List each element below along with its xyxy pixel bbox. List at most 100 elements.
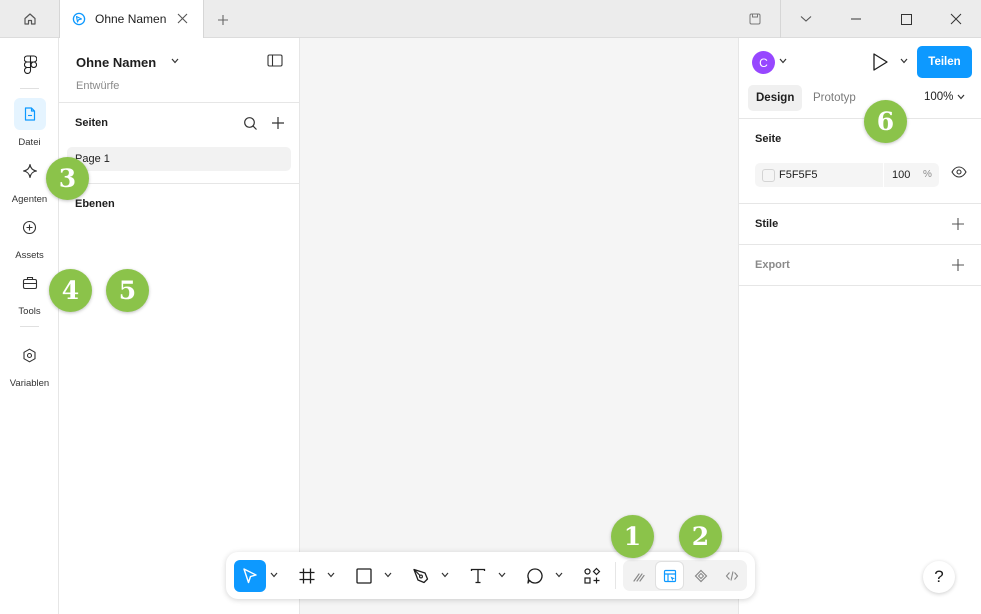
text-tool-button[interactable] [462,560,494,592]
chevron-down-icon[interactable] [779,58,787,64]
move-tool-button[interactable] [234,560,266,592]
code-mode-button[interactable] [718,562,745,589]
left-rail: Datei Agenten Assets Tools Variablen [0,38,59,614]
pages-header: Seiten [75,117,109,129]
properties-panel: C Teilen Design Prototyp 100% Seite F5F5… [738,38,981,614]
present-icon[interactable] [871,52,889,72]
pen-tool-button[interactable] [405,560,437,592]
figma-logo[interactable] [18,52,42,76]
rail-item-label: Agenten [11,194,48,205]
frame-icon [299,568,315,584]
chevron-down-icon[interactable] [327,572,335,578]
annotation-badge-4: 4 [49,269,92,312]
page-fill-input[interactable]: F5F5F5 100 % [755,163,939,187]
chevron-down-icon[interactable] [498,572,506,578]
bottom-toolbar [226,552,755,599]
rail-item-label: Variablen [9,378,50,389]
close-window-button[interactable] [931,0,981,38]
title-bar: Ohne Namen [0,0,981,38]
frame-tool-button[interactable] [291,560,323,592]
figma-logo-icon [23,54,37,74]
opacity-unit: % [923,169,932,180]
zoom-value: 100% [924,91,954,103]
rectangle-icon [356,568,372,584]
chevron-down-icon[interactable] [171,58,179,64]
close-tab-icon[interactable] [176,12,189,25]
zoom-dropdown[interactable]: 100% [924,91,965,103]
maximize-icon [900,13,912,25]
chevron-down-icon[interactable] [555,572,563,578]
toolbox-icon [22,276,37,290]
layers-header: Ebenen [75,198,115,210]
avatar[interactable]: C [752,51,775,74]
dev-mode-button[interactable] [687,562,714,589]
home-button[interactable] [0,0,60,38]
code-icon [725,570,738,581]
chevron-down-icon[interactable] [270,572,278,578]
add-style-icon[interactable] [951,217,965,231]
cursor-icon [243,568,257,584]
design-mode-button[interactable] [656,562,683,589]
tab-design[interactable]: Design [748,85,803,111]
rail-item-file[interactable]: Datei [0,98,59,148]
design-mode-icon [663,569,676,582]
add-page-icon[interactable] [271,116,285,130]
rail-item-assets[interactable]: Assets [0,211,59,261]
draw-mode-button[interactable] [625,562,652,589]
fill-hex-value[interactable]: F5F5F5 [779,169,818,181]
variables-icon [23,348,36,362]
comment-tool-button[interactable] [519,560,551,592]
search-icon[interactable] [243,116,258,131]
save-icon [749,13,761,25]
share-button[interactable]: Teilen [917,46,972,78]
annotation-badge-3: 3 [46,157,89,200]
assets-icon [22,220,37,234]
canvas[interactable] [300,38,738,614]
annotation-badge-2: 2 [679,515,722,558]
home-icon [23,13,36,25]
dropdown-button[interactable] [781,0,831,38]
rail-item-variables[interactable]: Variablen [0,339,59,389]
styles-section-title: Stile [755,218,779,230]
layers-panel: Ohne Namen Entwürfe Seiten Page 1 Ebenen [59,38,300,614]
color-swatch[interactable] [762,169,775,182]
pen-icon [413,568,429,584]
help-button[interactable]: ? [923,561,955,593]
minimize-button[interactable] [831,0,881,38]
eye-icon[interactable] [951,166,967,178]
annotation-badge-6: 6 [864,100,907,143]
file-tab-label: Ohne Namen [95,12,167,26]
rail-item-label: Datei [18,137,41,148]
export-section-title[interactable]: Export [755,259,790,271]
fill-opacity-value[interactable]: 100 [892,169,910,181]
chevron-down-icon [957,94,965,100]
page-item[interactable]: Page 1 [67,147,291,171]
sidebar-toggle-icon[interactable] [267,54,283,67]
actions-icon [584,567,601,584]
file-location[interactable]: Entwürfe [76,80,119,92]
chevron-down-icon[interactable] [384,572,392,578]
add-export-icon[interactable] [951,258,965,272]
mode-switcher [623,560,747,591]
file-title[interactable]: Ohne Namen [76,55,156,70]
text-icon [470,568,486,584]
actions-tool-button[interactable] [576,560,608,592]
tab-prototype[interactable]: Prototyp [805,85,864,111]
page-section-title: Seite [755,133,782,145]
file-icon [24,107,35,121]
save-local-button[interactable] [730,0,780,38]
file-tab[interactable]: Ohne Namen [60,0,204,38]
maximize-button[interactable] [881,0,931,38]
new-tab-button[interactable] [212,9,234,31]
rail-item-label: Tools [18,306,41,317]
comment-icon [527,568,543,584]
plus-icon [218,15,228,25]
rectangle-tool-button[interactable] [348,560,380,592]
minimize-icon [851,18,861,20]
draw-icon [632,572,645,582]
rail-item-label: Assets [15,250,44,261]
chevron-down-icon[interactable] [441,572,449,578]
chevron-down-icon[interactable] [900,58,908,64]
annotation-badge-5: 5 [106,269,149,312]
diamond-icon [694,569,707,582]
